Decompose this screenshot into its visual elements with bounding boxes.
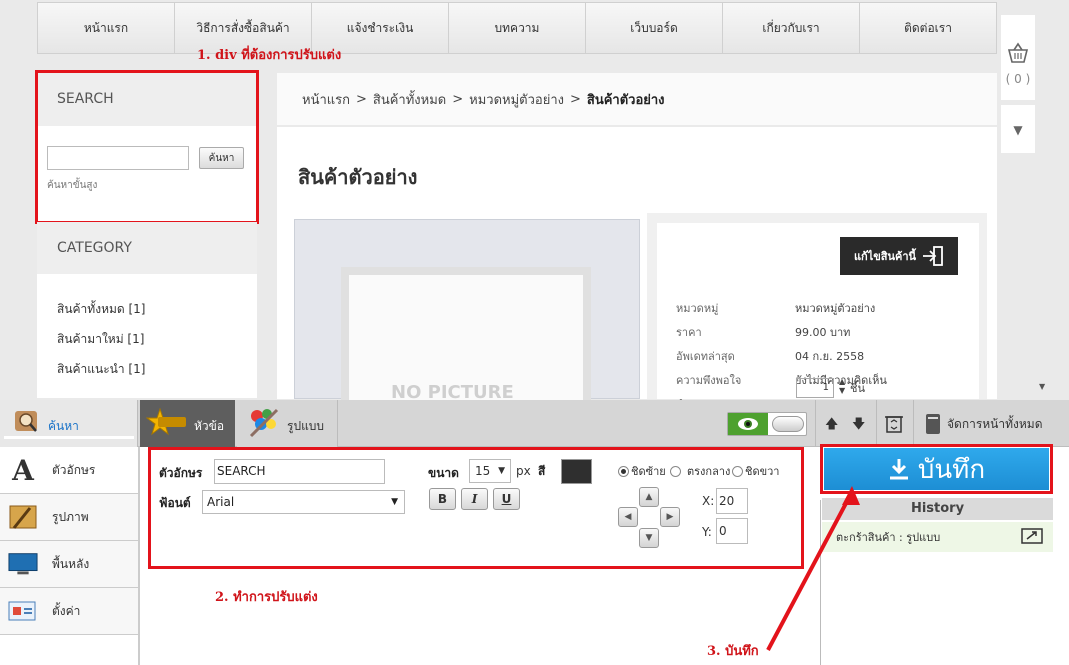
cart-count: ( 0 ) [1005,72,1031,86]
document-icon [926,414,940,434]
annotation-step3: 3. บันทึก [707,644,759,659]
side-menu-text[interactable]: A ตัวอักษร [0,447,138,494]
info-value: 99.00 บาท [795,326,851,339]
quantity-input[interactable]: 1 [796,378,834,398]
divider [913,400,914,447]
tab-active-indicator [4,436,134,439]
settings-card-icon [8,596,38,626]
info-label: หมวดหมู่ [676,302,719,315]
tab-header[interactable]: หัวข้อ [140,400,235,447]
edit-product-button[interactable]: แก้ไขสินค้านี้ [840,237,958,275]
info-label: ความพึงพอใจ [676,374,742,387]
side-menu-label: พื้นหลัง [52,556,90,571]
side-menu-settings[interactable]: ตั้งค่า [0,588,138,635]
quantity-stepper-icon[interactable]: ▲ ▼ [839,377,845,395]
restore-icon[interactable] [1021,528,1043,544]
breadcrumb-current: สินค้าตัวอย่าง [586,92,665,108]
side-menu-label: ตั้งค่า [52,603,81,618]
quantity-unit: ชิ้น [850,382,865,395]
tab-header-label: หัวข้อ [194,419,225,433]
edit-product-label: แก้ไขสินค้านี้ [853,250,917,263]
basket-icon [1007,42,1029,63]
breadcrumb-separator: > [356,91,367,107]
tab-search[interactable]: ค้นหา [0,400,137,447]
divider [137,400,138,447]
divider [876,400,877,447]
divider [820,500,821,665]
top-nav: หน้าแรก วิธีการสั่งซื้อสินค้า แจ้งชำระเง… [37,2,997,54]
side-menu-image[interactable]: รูปภาพ [0,494,138,541]
product-image-area: NO PICTURE [294,219,640,407]
manage-all-pages-button[interactable]: จัดการหน้าทั้งหมด [925,413,1043,435]
letter-a-icon: A [12,453,34,487]
tab-search-label: ค้นหา [48,419,79,433]
highlight-save [820,444,1053,494]
scroll-down-icon[interactable]: ▼ [1039,382,1045,391]
header-star-icon [146,408,186,436]
exit-arrow-icon [923,246,943,266]
breadcrumb-all-products[interactable]: สินค้าทั้งหมด [373,89,446,110]
breadcrumb: หน้าแรก > สินค้าทั้งหมด > หมวดหมู่ตัวอย่… [277,73,997,125]
side-menu-label: รูปภาพ [52,509,89,524]
nav-about[interactable]: เกี่ยวกับเรา [723,3,860,53]
product-info-panel: แก้ไขสินค้านี้ หมวดหมู่ หมวดหมู่ตัวอย่าง… [647,213,987,411]
category-item[interactable]: สินค้าแนะนำ [1] [57,360,145,379]
side-menu-label: ตัวอักษร [52,462,96,477]
highlight-target-div [35,70,259,224]
history-item-label: ตะกร้าสินค้า : รูปแบบ [836,531,941,544]
image-brush-icon [8,502,38,532]
paint-brush-icon [249,408,279,438]
move-down-icon[interactable]: 🡇 [852,415,865,437]
history-title: History [822,498,1053,520]
monitor-icon [8,549,38,579]
cart-widget[interactable]: ( 0 ) [1001,15,1035,100]
category-panel: CATEGORY สินค้าทั้งหมด [1] สินค้ามาใหม่ … [37,222,257,398]
category-item[interactable]: สินค้าทั้งหมด [1] [57,300,146,319]
tab-style-label: รูปแบบ [287,419,325,433]
info-label: อัพเดทล่าสุด [676,350,735,363]
breadcrumb-separator: > [452,91,464,107]
cart-toggle-arrow-icon[interactable]: ▼ [1001,105,1035,153]
move-up-icon[interactable]: 🡅 [825,415,838,437]
category-item[interactable]: สินค้ามาใหม่ [1] [57,330,144,349]
annotation-step2: 2. ทำการปรับแต่ง [215,590,318,605]
info-value: 04 ก.ย. 2558 [795,350,865,363]
divider [337,400,338,447]
recycle-bin-icon[interactable] [884,413,904,433]
info-value: หมวดหมู่ตัวอย่าง [795,302,876,315]
nav-contact[interactable]: ติดต่อเรา [860,3,996,53]
magnifier-icon [15,411,37,432]
product-content: สินค้าตัวอย่าง NO PICTURE แก้ไขสินค้านี้… [277,127,997,411]
nav-home[interactable]: หน้าแรก [38,3,175,53]
info-label: ราคา [676,326,702,339]
tab-style[interactable]: รูปแบบ [237,400,337,447]
highlight-form-area [148,447,804,569]
breadcrumb-separator: > [569,91,581,107]
divider [138,447,140,665]
divider [815,400,816,447]
side-menu-background[interactable]: พื้นหลัง [0,541,138,588]
nav-webboard[interactable]: เว็บบอร์ด [586,3,723,53]
breadcrumb-home[interactable]: หน้าแรก [302,89,350,110]
product-info-card: แก้ไขสินค้านี้ หมวดหมู่ หมวดหมู่ตัวอย่าง… [657,223,979,411]
product-title: สินค้าตัวอย่าง [298,165,418,189]
nav-articles[interactable]: บทความ [449,3,586,53]
manage-all-pages-label: จัดการหน้าทั้งหมด [947,416,1043,431]
history-item[interactable]: ตะกร้าสินค้า : รูปแบบ [822,522,1053,552]
breadcrumb-category[interactable]: หมวดหมู่ตัวอย่าง [469,89,564,110]
eye-icon [728,413,768,435]
toggle-knob [772,416,804,432]
annotation-step1: 1. div ที่ต้องการปรับแต่ง [197,48,342,63]
preview-toggle[interactable] [727,412,807,436]
category-panel-title: CATEGORY [37,222,257,274]
